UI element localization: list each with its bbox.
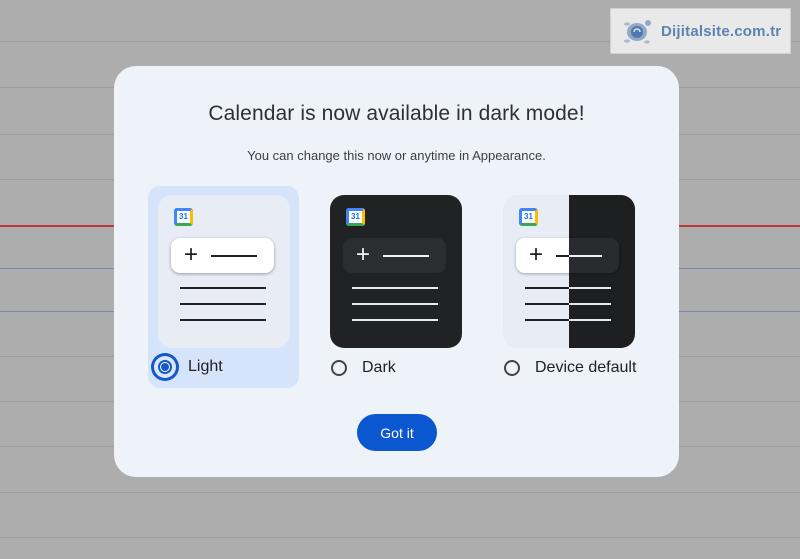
radio-light[interactable] xyxy=(151,353,179,381)
option-label-device-default: Device default xyxy=(535,359,637,376)
text-line xyxy=(525,319,611,321)
text-line xyxy=(180,303,266,305)
radio-device-default[interactable] xyxy=(504,360,520,376)
dialog-title: Calendar is now available in dark mode! xyxy=(208,102,585,125)
device-default-theme-preview[interactable]: 31 + xyxy=(503,195,635,348)
dark-theme-preview[interactable]: 31 + xyxy=(330,195,462,348)
create-pill: + xyxy=(171,238,274,273)
text-line xyxy=(352,319,438,321)
calendar-icon: 31 xyxy=(346,208,365,226)
grid-line xyxy=(0,492,800,493)
option-dark[interactable]: Dark xyxy=(330,359,396,377)
dash-line xyxy=(556,255,602,257)
dash-line xyxy=(383,255,429,257)
watermark-text: Dijitalsite.com.tr xyxy=(661,22,782,40)
calendar-icon: 31 xyxy=(519,208,538,226)
create-pill: + xyxy=(516,238,619,273)
watermark: Dijitalsite.com.tr xyxy=(610,8,791,54)
text-line xyxy=(352,303,438,305)
option-label-light: Light xyxy=(188,358,223,375)
create-pill: + xyxy=(343,238,446,273)
option-label-dark: Dark xyxy=(362,359,396,376)
text-line xyxy=(525,287,611,289)
radio-dark[interactable] xyxy=(331,360,347,376)
dark-mode-dialog: Calendar is now available in dark mode! … xyxy=(114,66,679,477)
light-theme-preview[interactable]: 31 + xyxy=(158,195,290,348)
turtle-logo-icon xyxy=(621,14,655,48)
plus-icon: + xyxy=(184,241,199,268)
option-light[interactable]: Light xyxy=(151,353,223,381)
text-line xyxy=(352,287,438,289)
grid-line xyxy=(0,537,800,538)
dash-line xyxy=(211,255,257,257)
text-line xyxy=(180,287,266,289)
plus-icon: + xyxy=(356,241,371,268)
text-line xyxy=(180,319,266,321)
got-it-button[interactable]: Got it xyxy=(357,414,437,451)
calendar-icon: 31 xyxy=(174,208,193,226)
text-line xyxy=(525,303,611,305)
dialog-subtitle: You can change this now or anytime in Ap… xyxy=(247,148,546,163)
plus-icon: + xyxy=(529,241,544,268)
option-device-default[interactable]: Device default xyxy=(503,359,636,377)
